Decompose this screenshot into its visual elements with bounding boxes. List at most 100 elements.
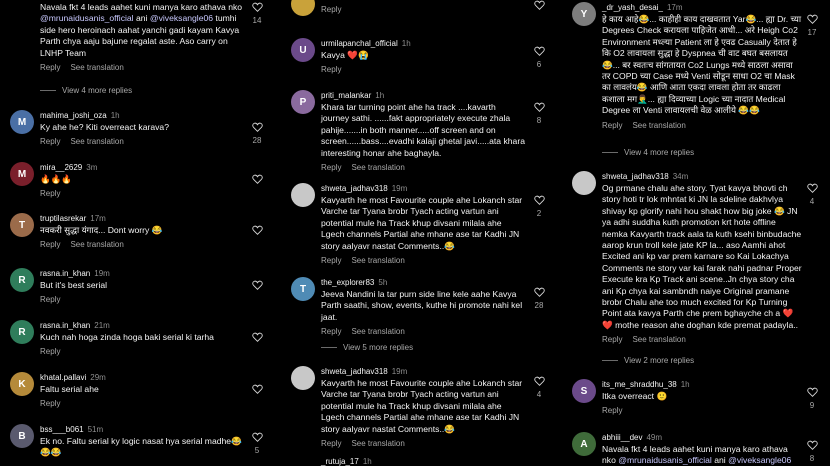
mention-link[interactable]: @mrunaidusanis_official [618,455,712,465]
like-button[interactable]: 8 [804,440,820,463]
username[interactable]: mahima_joshi_oza [40,111,107,120]
view-more-replies[interactable]: View 4 more replies [40,86,132,95]
username[interactable]: abhiii__dev [602,433,642,442]
heart-icon [807,440,818,450]
reply-button[interactable]: Reply [602,121,622,130]
like-button[interactable]: 14 [249,2,265,25]
timestamp: 17m [666,3,683,12]
reply-button[interactable]: Reply [40,189,60,198]
view-more-replies[interactable]: View 5 more replies [321,343,413,352]
see-translation-link[interactable]: See translation [70,240,123,249]
reply-button[interactable]: Reply [40,240,60,249]
username[interactable]: shweta_jadhav318 [602,172,669,181]
reply-button[interactable]: Reply [40,63,60,72]
reply-button[interactable]: Reply [321,5,341,14]
username[interactable]: bss___b061 [40,425,84,434]
username[interactable]: rasna.in_khan [40,321,90,330]
like-button[interactable] [249,280,265,290]
mention-link[interactable]: @viveksangle06 [150,13,213,23]
like-count: 6 [536,60,542,69]
username[interactable]: priti_malankar [321,91,371,100]
see-translation-link[interactable]: See translation [351,327,404,336]
avatar[interactable]: K [10,372,34,396]
like-button[interactable]: 9 [804,387,820,410]
avatar[interactable]: B [10,424,34,448]
heart-icon [534,376,545,386]
timestamp: 21m [94,321,110,330]
reply-button[interactable]: Reply [321,439,341,448]
username[interactable]: rasna.in_khan [40,269,90,278]
avatar[interactable]: Y [572,2,596,26]
username[interactable]: shweta_jadhav318 [321,367,388,376]
comment-text: Kavya ❤️😭 [321,50,369,60]
reply-button[interactable]: Reply [602,406,622,415]
reply-button[interactable]: Reply [321,163,341,172]
mention-link[interactable]: @mrunaidusanis_official [40,13,134,23]
like-button[interactable] [531,0,547,10]
username[interactable]: truptilasrekar [40,214,86,223]
timestamp: 1h [680,380,690,389]
avatar[interactable]: U [291,38,315,62]
avatar[interactable] [291,183,315,207]
like-button[interactable] [249,225,265,235]
avatar[interactable]: T [291,277,315,301]
username[interactable]: _rutuja_17 [321,457,359,466]
avatar[interactable]: T [10,213,34,237]
reply-button[interactable]: Reply [40,399,60,408]
see-translation-link[interactable]: See translation [70,137,123,146]
username[interactable]: shweta_jadhav318 [321,184,388,193]
like-button[interactable]: 4 [804,183,820,206]
like-button[interactable]: 5 [249,432,265,455]
username[interactable]: urmilapanchal_official [321,39,398,48]
avatar[interactable] [291,0,315,16]
username[interactable]: its_me_shraddhu_38 [602,380,677,389]
like-button[interactable]: 6 [531,46,547,69]
comment-text: Kuch nah hoga zinda hoga baki serial ki … [40,332,214,342]
reply-button[interactable]: Reply [321,327,341,336]
avatar[interactable]: M [10,110,34,134]
heart-icon [252,122,263,132]
like-button[interactable]: 8 [531,102,547,125]
avatar[interactable]: A [572,432,596,456]
avatar[interactable]: R [10,268,34,292]
username[interactable]: mira__2629 [40,163,82,172]
like-button[interactable]: 4 [531,376,547,399]
heart-icon [807,183,818,193]
like-button[interactable]: 28 [249,122,265,145]
reply-button[interactable]: Reply [321,256,341,265]
like-button[interactable]: 28 [531,287,547,310]
avatar[interactable] [572,171,596,195]
reply-button[interactable]: Reply [40,137,60,146]
see-translation-link[interactable]: See translation [632,121,685,130]
reply-button[interactable]: Reply [602,335,622,344]
view-more-replies[interactable]: View 2 more replies [602,356,694,365]
heart-icon [252,174,263,184]
see-translation-link[interactable]: See translation [632,335,685,344]
comment-text: Og prmane chalu ahe story. Tyat kavya bh… [602,183,802,330]
avatar[interactable]: M [10,162,34,186]
see-translation-link[interactable]: See translation [351,256,404,265]
see-translation-link[interactable]: See translation [351,163,404,172]
like-button[interactable] [249,384,265,394]
mention-link[interactable]: @viveksangle06 [728,455,791,465]
like-button[interactable] [249,174,265,184]
see-translation-link[interactable]: See translation [70,63,123,72]
reply-button[interactable]: Reply [321,65,341,74]
avatar[interactable]: R [10,320,34,344]
username[interactable]: _dr_yash_desai_ [602,3,663,12]
see-translation-link[interactable]: See translation [351,439,404,448]
view-more-replies[interactable]: View 4 more replies [602,148,694,157]
avatar[interactable]: P [291,90,315,114]
username[interactable]: khatal.pallavi [40,373,86,382]
heart-icon [807,387,818,397]
avatar[interactable]: S [572,379,596,403]
reply-button[interactable]: Reply [40,347,60,356]
heart-icon [252,432,263,442]
reply-button[interactable]: Reply [40,295,60,304]
timestamp: 1h [375,91,385,100]
like-button[interactable]: 17 [804,14,820,37]
like-button[interactable] [249,332,265,342]
avatar[interactable] [291,366,315,390]
username[interactable]: the_explorer83 [321,278,374,287]
like-button[interactable]: 2 [531,195,547,218]
